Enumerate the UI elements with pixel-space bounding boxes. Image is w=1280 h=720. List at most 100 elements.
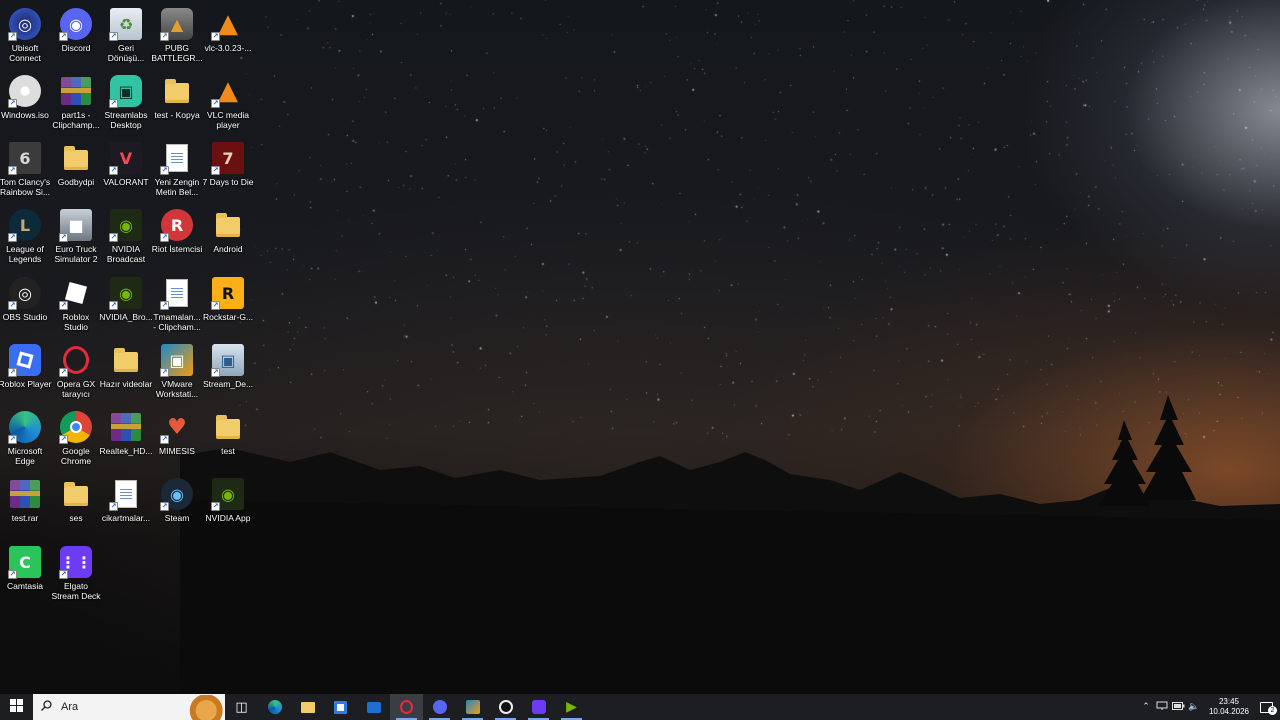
- desktop-icon[interactable]: ♻ ↗ Geri Dönüşü...: [101, 3, 151, 69]
- folder-icon: [110, 344, 142, 376]
- task-view-icon: ◫: [235, 699, 248, 715]
- desktop-icon-label: NVIDIA Broadcast: [106, 244, 146, 264]
- desktop-icon-label: VMware Workstati...: [155, 379, 199, 399]
- taskbar-app-button[interactable]: [291, 694, 324, 720]
- desktop-icon[interactable]: ↗ Roblox Player: [0, 339, 51, 405]
- desktop-icon[interactable]: C ↗ Camtasia: [0, 541, 50, 607]
- desktop-icon[interactable]: test - Kopya: [152, 70, 202, 136]
- desktop-icon[interactable]: 7 ↗ 7 Days to Die: [202, 137, 254, 203]
- volume-icon[interactable]: 🔈: [1186, 702, 1202, 712]
- desktop-icon-label: Rockstar-G...: [202, 312, 254, 322]
- disc-image-icon: ↗: [8, 75, 41, 108]
- desktop-icon-label: 7 Days to Die: [202, 177, 254, 187]
- desktop-icon-label: Elgato Stream Deck: [51, 581, 101, 601]
- desktop-icon-label: Windows.iso: [1, 110, 49, 120]
- desktop-icon[interactable]: Android: [203, 204, 253, 270]
- taskbar-app-button[interactable]: [357, 694, 390, 720]
- desktop-icon[interactable]: ↗ Google Chrome: [51, 406, 101, 472]
- vmware-icon: [465, 700, 480, 714]
- desktop-icon-label: Riot İstemcisi: [151, 244, 203, 254]
- desktop-icon[interactable]: ↗ cikartmalar...: [101, 473, 151, 539]
- nvidia-installer-icon: ◉ ↗: [109, 277, 142, 310]
- desktop-icon[interactable]: ↗ Tmamalan... - Clipcham...: [152, 272, 202, 338]
- taskbar-app-button[interactable]: ◫: [225, 694, 258, 720]
- desktop-icon-label: cikartmalar...: [101, 513, 151, 523]
- opera-gx-icon: ↗: [59, 344, 92, 377]
- roblox-studio-icon: ↗: [59, 277, 92, 310]
- folder-icon: [60, 142, 92, 174]
- desktop-icon[interactable]: ▲ ↗ VLC media player: [203, 70, 253, 136]
- taskbar-app-button[interactable]: [489, 694, 522, 720]
- desktop-icon[interactable]: ▣ ↗ Stream_De...: [203, 339, 253, 405]
- taskbar-app-button[interactable]: [423, 694, 456, 720]
- winrar-archive-icon: [110, 411, 142, 443]
- desktop-icon[interactable]: ◎ ↗ OBS Studio: [0, 272, 50, 338]
- desktop-icon[interactable]: test.rar: [0, 473, 50, 539]
- desktop-icon[interactable]: ♥ ↗ MIMESIS: [152, 406, 202, 472]
- desktop-icon-label: Discord: [61, 43, 91, 53]
- desktop-icon-label: Euro Truck Simulator 2: [54, 244, 98, 264]
- desktop-icon-label: part1s - Clipchamp...: [52, 110, 100, 130]
- desktop-icon[interactable]: ↗ Yeni Zengin Metin Bel...: [152, 137, 202, 203]
- folder-icon: [212, 209, 244, 241]
- desktop-icon[interactable]: ▣ ↗ Streamlabs Desktop: [101, 70, 151, 136]
- desktop-icon-label: PUBG BATTLEGR...: [151, 43, 203, 63]
- desktop-icon[interactable]: Realtek_HD...: [99, 406, 153, 472]
- desktop-icon-label: Tmamalan... - Clipcham...: [153, 312, 201, 332]
- desktop-icon[interactable]: Godbydpi: [51, 137, 101, 203]
- desktop-icon[interactable]: L ↗ League of Legends: [0, 204, 50, 270]
- desktop-icon[interactable]: ◉ ↗ NVIDIA_Bro...: [99, 272, 153, 338]
- desktop-icon[interactable]: ⋮⋮ ↗ Elgato Stream Deck: [51, 541, 101, 607]
- search-input[interactable]: [61, 701, 171, 713]
- elgato-stream-deck-icon: ⋮⋮ ↗: [59, 546, 92, 579]
- video-file-icon: ↗: [160, 277, 193, 310]
- edge-icon: ↗: [8, 411, 41, 444]
- battery-icon[interactable]: [1170, 701, 1186, 713]
- desktop-icon-label: Stream_De...: [202, 379, 254, 389]
- desktop-icon[interactable]: ◉ ↗ NVIDIA Broadcast: [101, 204, 151, 270]
- action-center-button[interactable]: 2: [1252, 701, 1280, 715]
- desktop-icon-label: Yeni Zengin Metin Bel...: [154, 177, 200, 197]
- desktop-icon[interactable]: R ↗ Riot İstemcisi: [152, 204, 202, 270]
- desktop-icon[interactable]: ◉ ↗ NVIDIA App: [203, 473, 253, 539]
- desktop-icon[interactable]: ◎ ↗ Ubisoft Connect: [0, 3, 50, 69]
- desktop-icon-label: NVIDIA App: [205, 513, 251, 523]
- taskbar-app-button[interactable]: [456, 694, 489, 720]
- desktop-icon[interactable]: ▲ ↗ PUBG BATTLEGR...: [151, 3, 203, 69]
- taskbar-app-button[interactable]: [324, 694, 357, 720]
- desktop-icon[interactable]: V ↗ VALORANT: [101, 137, 151, 203]
- desktop-icon[interactable]: part1s - Clipchamp...: [51, 70, 101, 136]
- desktop-icon-label: Realtek_HD...: [99, 446, 153, 456]
- desktop-icon[interactable]: ↗ Microsoft Edge: [0, 406, 50, 472]
- taskbar-clock[interactable]: 23:45 10.04.2026: [1206, 697, 1252, 717]
- desktop-icon[interactable]: Hazır videolar: [100, 339, 152, 405]
- desktop-icon[interactable]: test: [203, 406, 253, 472]
- desktop-icon[interactable]: ↗ Windows.iso: [0, 70, 50, 136]
- steam-icon: ◉ ↗: [160, 478, 193, 511]
- desktop-icon[interactable]: ses: [51, 473, 101, 539]
- opera-gx-icon: [400, 700, 413, 714]
- chevron-up-icon[interactable]: ⌃: [1138, 702, 1154, 712]
- taskbar-app-button[interactable]: [522, 694, 555, 720]
- desktop-icon[interactable]: ◉ ↗ Discord: [51, 3, 101, 69]
- desktop-icon[interactable]: R ↗ Rockstar-G...: [203, 272, 253, 338]
- taskbar-app-button[interactable]: [390, 694, 423, 720]
- desktop-icon[interactable]: ■ ↗ Euro Truck Simulator 2: [51, 204, 101, 270]
- valorant-icon: V ↗: [109, 142, 142, 175]
- obs-icon: ◎ ↗: [8, 277, 41, 310]
- start-button[interactable]: [0, 694, 33, 720]
- desktop-icon-label: Tom Clancy's Rainbow Si...: [0, 177, 51, 197]
- desktop-icon[interactable]: ↗ Roblox Studio: [51, 272, 101, 338]
- taskbar-app-button[interactable]: [258, 694, 291, 720]
- desktop-icon[interactable]: 6 ↗ Tom Clancy's Rainbow Si...: [0, 137, 50, 203]
- network-icon[interactable]: [1154, 701, 1170, 714]
- desktop-icon[interactable]: ↗ Opera GX tarayıcı: [51, 339, 101, 405]
- desktop-icon[interactable]: ▲ ↗ vlc-3.0.23-...: [203, 3, 253, 69]
- roblox-player-icon: ↗: [8, 344, 41, 377]
- desktop-icon[interactable]: ▣ ↗ VMware Workstati...: [152, 339, 202, 405]
- winrar-archive-icon: [9, 478, 41, 510]
- image-file-icon: ↗: [109, 478, 142, 511]
- taskbar-app-button[interactable]: ▶: [555, 694, 588, 720]
- taskbar-search-box[interactable]: [33, 694, 225, 720]
- desktop-icon[interactable]: ◉ ↗ Steam: [152, 473, 202, 539]
